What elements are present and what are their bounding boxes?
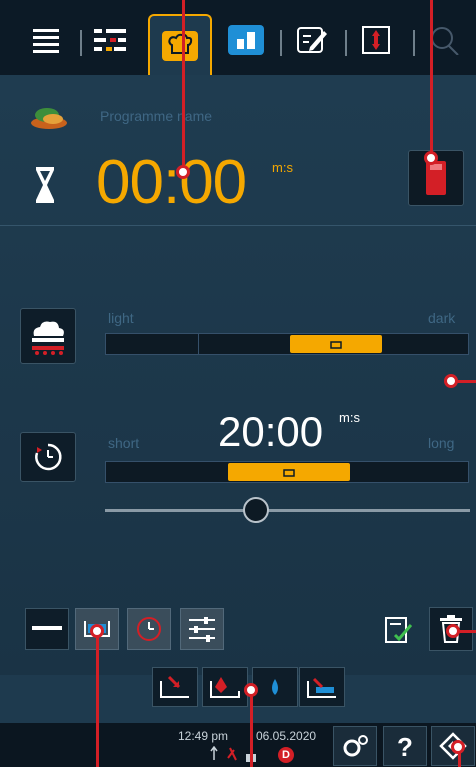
browning-level-thumb[interactable] xyxy=(290,335,382,353)
menu-icon xyxy=(33,29,59,53)
add-step-heat-button[interactable] xyxy=(202,667,248,707)
add-cooking-step-icon xyxy=(160,675,189,698)
delay-timer-button[interactable] xyxy=(127,608,171,650)
tab-separator xyxy=(280,30,282,56)
minus-button[interactable] xyxy=(25,608,69,650)
gear-icon xyxy=(343,735,368,757)
annotation-marker xyxy=(451,740,465,754)
tab-separator xyxy=(413,30,415,56)
browning-icon xyxy=(32,321,64,355)
tab-separator xyxy=(80,30,82,56)
hourglass-icon xyxy=(36,167,54,203)
annotation-marker xyxy=(176,165,190,179)
edit-icon xyxy=(297,27,327,53)
annotation-line xyxy=(96,630,99,767)
svg-text:?: ? xyxy=(397,732,413,760)
tab-edit[interactable] xyxy=(286,16,338,64)
chef-hat-icon xyxy=(330,341,342,349)
annotation-line xyxy=(250,690,253,767)
remaining-time: 00:00 xyxy=(96,148,247,217)
fine-tune-slider-knob[interactable] xyxy=(243,497,269,523)
fine-tune-slider-track[interactable] xyxy=(105,509,470,512)
sliders-icon xyxy=(189,617,215,642)
annotation-marker xyxy=(446,624,460,638)
chef-hat-icon xyxy=(283,469,295,477)
cooking-time-min-label: short xyxy=(108,435,140,451)
cooking-time-max-label: long xyxy=(428,435,455,451)
program-name[interactable]: Programme name xyxy=(100,108,212,124)
add-step-cooking-button[interactable] xyxy=(152,667,198,707)
cooking-time-button[interactable] xyxy=(20,432,76,482)
annotation-marker xyxy=(424,151,438,165)
annotation-line xyxy=(458,752,461,767)
cooking-time-thumb[interactable] xyxy=(228,463,350,481)
status-badge: D xyxy=(278,747,294,763)
tab-search[interactable] xyxy=(420,16,472,64)
tab-dashboard[interactable] xyxy=(220,16,272,64)
clock-time: 12:49 pm xyxy=(178,729,229,743)
add-step-steam-button[interactable] xyxy=(252,667,298,707)
browning-min-label: light xyxy=(108,310,134,326)
duration-unit: m:s xyxy=(339,410,360,425)
time-unit: m:s xyxy=(272,160,293,175)
tab-cooking[interactable] xyxy=(148,14,212,76)
clock-date: 06.05.2020 xyxy=(256,729,317,743)
annotation-marker xyxy=(90,624,104,638)
dashboard-icon xyxy=(228,25,264,55)
network-icon xyxy=(227,747,237,761)
tab-separator xyxy=(345,30,347,56)
settings-button[interactable] xyxy=(333,726,377,766)
chef-hat-icon xyxy=(162,31,198,61)
annotation-marker xyxy=(444,374,458,388)
timer-icon xyxy=(35,443,62,471)
usb-icon xyxy=(210,746,218,760)
help-button[interactable]: ? xyxy=(383,726,427,766)
add-step-hold-button[interactable] xyxy=(299,667,345,707)
annotation-line xyxy=(430,0,433,155)
browning-level-bar[interactable] xyxy=(105,333,469,355)
browning-button[interactable] xyxy=(20,308,76,364)
add-hold-step-icon xyxy=(307,677,336,698)
status-icons xyxy=(210,746,256,762)
delay-timer-icon xyxy=(137,617,161,641)
checklist-icon xyxy=(385,617,413,643)
tab-transfer[interactable] xyxy=(350,16,402,64)
settings-sliders-button[interactable] xyxy=(180,608,224,650)
question-mark-icon: ? xyxy=(397,732,413,760)
annotation-line xyxy=(458,630,476,633)
annotation-line xyxy=(456,380,476,383)
tab-filters[interactable] xyxy=(84,16,136,64)
filter-icon xyxy=(94,29,126,51)
save-program-button[interactable] xyxy=(378,610,418,650)
stop-icon xyxy=(426,161,446,195)
food-mix-icon xyxy=(31,108,67,129)
water-drop-icon xyxy=(272,679,278,695)
tab-menu[interactable] xyxy=(20,16,72,64)
cooking-time-bar[interactable] xyxy=(105,461,469,483)
annotation-marker xyxy=(244,683,258,697)
section-divider xyxy=(0,225,476,226)
minus-icon xyxy=(32,626,62,630)
transfer-icon xyxy=(362,26,390,54)
annotation-line xyxy=(182,0,185,170)
cooking-duration: 20:00 xyxy=(218,408,324,455)
add-heat-step-icon xyxy=(210,677,240,698)
browning-max-label: dark xyxy=(428,310,456,326)
